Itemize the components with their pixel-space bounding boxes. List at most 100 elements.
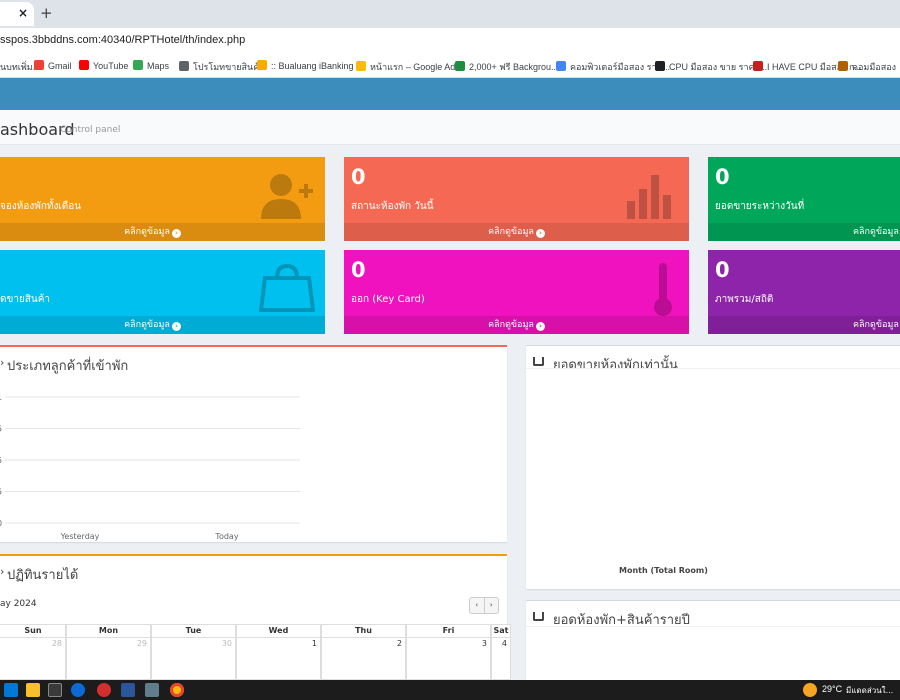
box-sales-between-dates[interactable]: 0 ยอดขายระหว่างวันที่ คลิกดูข้อมูล: [708, 157, 900, 241]
bookmark-item[interactable]: หน้าแรก – Google Ad...: [356, 60, 463, 74]
box-label: ภาพรวม/สถิติ: [715, 294, 774, 305]
box-footer-link[interactable]: คลิกดูข้อมูล: [708, 316, 900, 334]
user-plus-icon: [261, 174, 313, 219]
guest-types-chart: 1 5 5 5 0 Yesterday Today: [0, 393, 300, 541]
arrow-circle-right-icon: ›: [535, 229, 545, 238]
calendar-day-header: Sat: [491, 624, 511, 638]
bookmark-favicon-icon: [79, 60, 89, 70]
box-label: ยอดขายระหว่างวันที่: [715, 201, 805, 212]
bookmark-label: หน้าแรก – Google Ad...: [370, 62, 463, 72]
box-value: 0: [351, 165, 366, 189]
bookmark-item[interactable]: CPU มือสอง ขาย ราคา...: [655, 60, 767, 74]
box-footer-link[interactable]: คลิกดูข้อมูล ›: [344, 316, 689, 334]
calendar-month-title: ay 2024: [0, 599, 37, 609]
box-value: 0: [715, 165, 730, 189]
box-footer-link[interactable]: คลิกดูข้อมูล: [708, 223, 900, 241]
calendar-day-cell[interactable]: 30: [151, 638, 236, 680]
app-red-icon[interactable]: [97, 683, 111, 697]
edge-icon[interactable]: [71, 683, 85, 697]
arrow-circle-right-icon: ›: [171, 322, 181, 331]
bookmark-item[interactable]: Gmail: [34, 60, 72, 71]
bookmark-favicon-icon: [34, 60, 44, 70]
bookmark-item[interactable]: :: Bualuang iBanking ::: [257, 60, 361, 71]
new-tab-button[interactable]: +: [40, 4, 53, 22]
panel-title: ยอดขายห้องพักเท่านั้น: [553, 358, 678, 373]
app-blue-icon[interactable]: [121, 683, 135, 697]
bookmark-label: 2,000+ ฟรี Backgrou...: [469, 62, 559, 72]
x-tick-label: Today: [214, 532, 238, 541]
notepad-icon[interactable]: [48, 683, 62, 697]
chevron-icon: ›: [0, 356, 5, 369]
calendar-day-header: Fri: [406, 624, 491, 638]
page-subtitle: Control panel: [60, 125, 121, 135]
calendar-day-header: Thu: [321, 624, 406, 638]
calendar-day-cell[interactable]: 29: [66, 638, 151, 680]
bookmark-label: Gmail: [48, 61, 72, 71]
box-footer-link[interactable]: คลิกดูข้อมูล ›: [0, 316, 325, 334]
box-room-status-today[interactable]: 0 สถานะห้องพัก วันนี้ คลิกดูข้อมูล ›: [344, 157, 689, 241]
footer-text: คลิกดูข้อมูล: [124, 227, 170, 237]
calendar-day-cell[interactable]: 4: [491, 638, 511, 680]
bookmark-favicon-icon: [133, 60, 143, 70]
panel-guest-types: › ประเภทลูกค้าที่เข้าพัก 1 5 5 5 0 Yesterday T…: [0, 345, 507, 542]
bookmark-label: คอมมือสอง: [852, 62, 896, 72]
bar-chart-icon: [627, 175, 671, 219]
browser-tabstrip: × +: [0, 0, 900, 28]
arrow-circle-right-icon: ›: [171, 229, 181, 238]
box-monthly-booking[interactable]: จองห้องพักทั้งเดือน คลิกดูข้อมูล ›: [0, 157, 325, 241]
browser-tab[interactable]: ×: [0, 2, 34, 26]
content-header: ashboard Control panel: [0, 110, 900, 145]
box-footer-link[interactable]: คลิกดูข้อมูล ›: [0, 223, 325, 241]
app-gray-icon[interactable]: [145, 683, 159, 697]
calendar-day-header: Sun: [0, 624, 66, 638]
y-tick-label: 5: [0, 425, 2, 434]
bookmark-item[interactable]: โปรโมทขายสินค้า: [179, 60, 264, 74]
bookmark-favicon-icon: [838, 61, 848, 71]
bookmark-item[interactable]: 2,000+ ฟรี Backgrou...: [455, 60, 559, 74]
box-product-sales[interactable]: ดขายสินค้า คลิกดูข้อมูล ›: [0, 250, 325, 334]
windows-taskbar: 29°C มีแดดส่วนใ...: [0, 680, 900, 700]
app-header: [0, 78, 900, 110]
calendar-day-cell[interactable]: 28: [0, 638, 66, 680]
x-tick-label: Yesterday: [60, 532, 100, 541]
close-tab-icon[interactable]: ×: [18, 6, 28, 20]
thermometer-icon: [654, 263, 672, 316]
bookmark-item[interactable]: Maps: [133, 60, 169, 71]
panel-title: ประเภทลูกค้าที่เข้าพัก: [7, 359, 129, 374]
footer-text: คลิกดูข้อมูล: [853, 320, 899, 330]
bookmark-favicon-icon: [753, 61, 763, 71]
box-label: สถานะห้องพัก วันนี้: [351, 201, 434, 212]
url-text[interactable]: sspos.3bbddns.com:40340/RPTHotel/th/inde…: [0, 34, 245, 46]
calendar-day-header: Wed: [236, 624, 321, 638]
calendar-day-cell[interactable]: 3: [406, 638, 491, 680]
box-label: จองห้องพักทั้งเดือน: [0, 201, 82, 212]
box-value: 0: [715, 258, 730, 282]
bookmark-item[interactable]: YouTube: [79, 60, 128, 71]
box-label: ดขายสินค้า: [0, 294, 51, 305]
shopping-bag-icon: [259, 264, 315, 312]
box-key-card[interactable]: 0 ออก (Key Card) คลิกดูข้อมูล ›: [344, 250, 689, 334]
box-overview-stats[interactable]: 0 ภาพรวม/สถิติ คลิกดูข้อมูล: [708, 250, 900, 334]
bookmark-favicon-icon: [455, 61, 465, 71]
calendar-day-cell[interactable]: 1: [236, 638, 321, 680]
calendar-day-header: Tue: [151, 624, 236, 638]
windows-start-icon[interactable]: [4, 683, 18, 697]
bookmarks-bar: นบทเพิ่ม... Gmail YouTube Maps โปรโมทขายสินค…: [0, 54, 900, 78]
calendar-next-button[interactable]: ›: [485, 598, 499, 613]
footer-text: คลิกดูข้อมูล: [853, 227, 899, 237]
address-bar[interactable]: sspos.3bbddns.com:40340/RPTHotel/th/inde…: [0, 28, 900, 54]
box-footer-link[interactable]: คลิกดูข้อมูล ›: [344, 223, 689, 241]
chrome-icon[interactable]: [170, 683, 184, 697]
calendar-prev-button[interactable]: ‹: [470, 598, 485, 613]
inbox-icon: [533, 612, 544, 621]
bookmark-favicon-icon: [655, 61, 665, 71]
panel-yearly-sales: ยอดห้องพัก+สินค้ารายปี: [526, 600, 900, 682]
box-value: 0: [351, 258, 366, 282]
weather-icon: [803, 683, 817, 697]
bookmark-item[interactable]: คอมมือสอง: [838, 60, 896, 74]
panel-room-sales: ยอดขายห้องพักเท่านั้น Month (Total Room): [526, 345, 900, 589]
bookmark-favicon-icon: [257, 60, 267, 70]
calendar-day-cell[interactable]: 2: [321, 638, 406, 680]
bookmark-item[interactable]: คอมพิวเตอร์มือสอง ราค...: [556, 60, 670, 74]
file-explorer-icon[interactable]: [26, 683, 40, 697]
